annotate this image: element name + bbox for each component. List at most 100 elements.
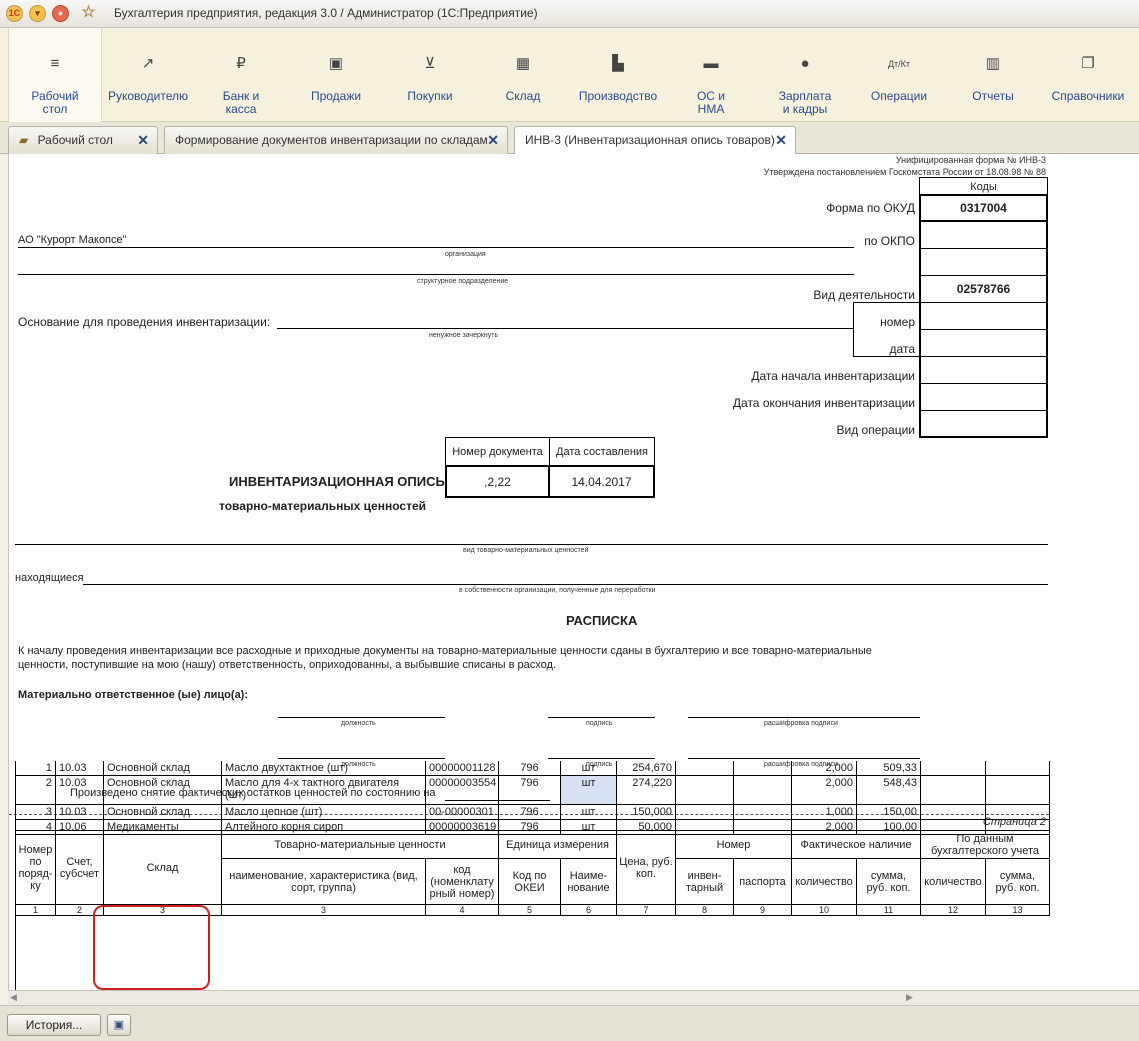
col-acc-header: По данным бухгалтерского учета xyxy=(921,831,1050,859)
cell-wh: Основной склад xyxy=(104,761,222,776)
cell-empty xyxy=(734,761,792,776)
col-passport-header: паспорта xyxy=(734,859,792,905)
cell-sum: 548,43 xyxy=(857,776,921,805)
cell-empty xyxy=(921,761,986,776)
responsible-label: Материально ответственное (ые) лицо(а): xyxy=(18,689,249,701)
colnum: 6 xyxy=(561,905,617,916)
app-logo-icon[interactable]: 1С xyxy=(6,5,23,22)
nav-bank[interactable]: ₽ Банк и касса xyxy=(196,28,286,122)
kind-caption: вид товарно-материальных ценностей xyxy=(463,547,589,554)
status-bar: История... ▣ xyxy=(0,1005,1139,1041)
cell-qty: 2,000 xyxy=(792,776,857,805)
cell-code: 00-00000301 xyxy=(426,805,499,820)
cell-acc: 10.06 xyxy=(56,820,104,835)
col-account-header: Счет, субсчет xyxy=(56,831,104,905)
cart-icon: ⊻ xyxy=(424,55,436,72)
history-button[interactable]: История... xyxy=(7,1014,101,1036)
windows-icon[interactable]: ▣ xyxy=(107,1014,131,1036)
cell-empty xyxy=(921,776,986,805)
codes-box xyxy=(919,194,1048,438)
col-code-header: код (номенклату рный номер) xyxy=(426,859,499,905)
doc-date-header: Дата составления xyxy=(549,437,655,466)
receipt-title: РАСПИСКА xyxy=(566,613,638,628)
cell-wh: Основной склад xyxy=(104,805,222,820)
struct-caption: структурное подразделение xyxy=(417,278,509,285)
close-tab-icon[interactable]: ✕ xyxy=(775,132,787,149)
table-row[interactable]: 4 10.06 Медикаменты Алтейного корня сироп 00… xyxy=(15,820,1050,835)
cell-name: Масло для 4-х тактного двигателя (шт) xyxy=(222,776,426,805)
nav-operations[interactable]: Дт/Кт Операции xyxy=(854,28,944,122)
tab-desktop[interactable]: ▰ Рабочий стол ✕ xyxy=(8,126,158,154)
close-tab-icon[interactable]: ✕ xyxy=(487,132,499,149)
activity-label: Вид деятельности xyxy=(813,288,915,302)
cell-code: 00000003554 xyxy=(426,776,499,805)
nav-catalogs[interactable]: ❐ Справочники xyxy=(1040,28,1136,122)
cell-qty: 2,000 xyxy=(792,820,857,835)
tab-inventory-docs[interactable]: Формирование документов инвентаризации п… xyxy=(164,126,508,154)
cell-empty xyxy=(986,776,1050,805)
table-row[interactable]: 1 10.03 Основной склад Масло двухтактное (ш… xyxy=(15,761,1050,776)
cell-empty xyxy=(676,776,734,805)
nav-desktop[interactable]: ≡ Рабочий стол xyxy=(8,28,102,122)
nav-warehouse[interactable]: ▦ Склад xyxy=(478,28,568,122)
cell-qty: 1,000 xyxy=(792,805,857,820)
receipt-text-line2: ценности, поступившие на мою (нашу) отве… xyxy=(18,659,557,671)
cell-unit: шт xyxy=(561,805,617,820)
table-row[interactable]: 2 10.03 Основной склад Масло для 4-х тактно… xyxy=(15,776,1050,805)
doc-number-value: ,2,22 xyxy=(445,465,550,498)
colnum: 12 xyxy=(921,905,986,916)
nav-manager[interactable]: ↗ Руководителю xyxy=(103,28,193,122)
close-tab-icon[interactable]: ✕ xyxy=(137,132,149,149)
horizontal-scrollbar[interactable]: ◀ ▶ xyxy=(8,990,1139,1005)
cell-empty xyxy=(734,805,792,820)
activity-value: 02578766 xyxy=(956,281,1011,296)
okpo-label: по ОКПО xyxy=(864,234,915,248)
located-caption: в собственности организации, полученные … xyxy=(459,587,656,594)
cell-price: 254,670 xyxy=(617,761,676,776)
cell-n: 4 xyxy=(16,820,56,835)
okud-value: 0317004 xyxy=(919,194,1048,222)
approved-label: Утверждена постановлением Госкомстата Ро… xyxy=(763,167,1046,177)
truck-icon: ▬ xyxy=(703,55,719,72)
menu-icon: ≡ xyxy=(50,55,60,72)
cell-name: Алтейного корня сироп xyxy=(222,820,426,835)
colnum: 8 xyxy=(676,905,734,916)
nav-sales[interactable]: ▣ Продажи xyxy=(290,28,382,122)
scroll-left-icon[interactable]: ◀ xyxy=(10,992,17,1003)
cell-okei: 796 xyxy=(499,776,561,805)
col-acc-sum-header: сумма, руб. коп. xyxy=(986,859,1050,905)
title-bar: 1С ▾ ● ☆ Бухгалтерия предприятия, редакц… xyxy=(0,0,1139,28)
nav-production[interactable]: ▙ Производство xyxy=(572,28,664,122)
chart-line-icon: ↗ xyxy=(141,55,155,72)
tab-inv3[interactable]: ИНВ-3 (Инвентаризационная опись товаров)… xyxy=(514,126,796,155)
number-label: номер xyxy=(880,315,915,329)
doc-date-value: 14.04.2017 xyxy=(548,465,655,498)
organization-value: АО "Курорт Макопсе" xyxy=(18,234,127,246)
col-unitname-header: Наиме- нование xyxy=(561,859,617,905)
table-row[interactable]: 3 10.03 Основной склад Масло цепное (шт) 00-… xyxy=(15,805,1050,820)
cell-n: 1 xyxy=(16,761,56,776)
cell-empty xyxy=(986,820,1050,835)
cell-n: 2 xyxy=(16,776,56,805)
cell-okei: 796 xyxy=(499,820,561,835)
close-app-icon[interactable]: ● xyxy=(52,5,69,22)
nav-purchases[interactable]: ⊻ Покупки xyxy=(385,28,475,122)
ruble-icon: ₽ xyxy=(236,55,246,72)
cell-code: 00000003619 xyxy=(426,820,499,835)
favorites-icon[interactable]: ☆ xyxy=(80,5,97,22)
cell-sum: 100,00 xyxy=(857,820,921,835)
sections-panel: ≡ Рабочий стол ↗ Руководителю ₽ Банк и касс… xyxy=(0,28,1139,122)
col-okei-header: Код по ОКЕИ xyxy=(499,859,561,905)
nav-salary[interactable]: ● Зарплата и кадры xyxy=(760,28,850,122)
okud-label: Форма по ОКУД xyxy=(826,201,915,215)
nav-assets[interactable]: ▬ ОС и НМА xyxy=(666,28,756,122)
scroll-right-icon[interactable]: ▶ xyxy=(906,992,913,1003)
col-name-header: наименование, характеристика (вид, сорт,… xyxy=(222,859,426,905)
person-icon: ● xyxy=(800,55,810,72)
main-menu-icon[interactable]: ▾ xyxy=(29,5,46,22)
factory-icon: ▙ xyxy=(612,55,624,72)
cell-empty xyxy=(986,805,1050,820)
bag-icon: ▣ xyxy=(328,55,344,72)
home-icon: ▰ xyxy=(19,133,29,147)
nav-reports[interactable]: ▥ Отчеты xyxy=(948,28,1038,122)
